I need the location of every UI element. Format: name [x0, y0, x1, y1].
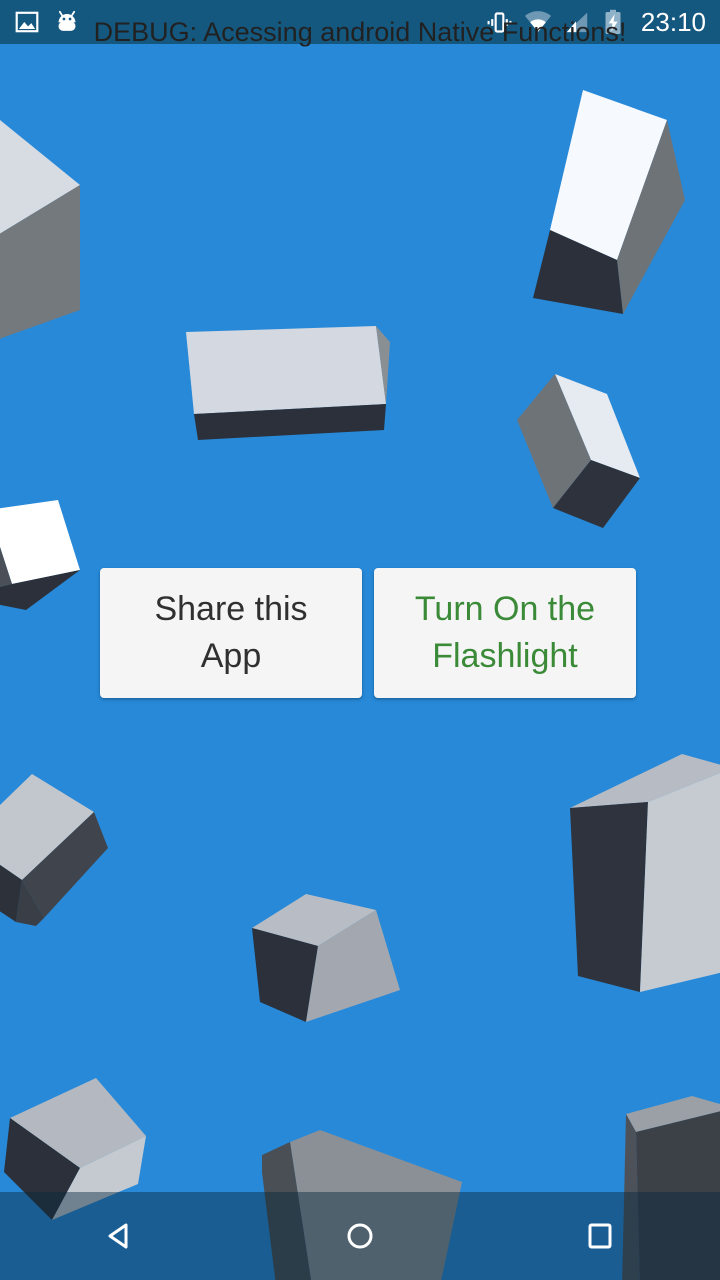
android-debug-icon — [58, 10, 76, 31]
status-bar[interactable]: 23:10 — [0, 0, 720, 44]
cube-mid-center — [186, 326, 390, 440]
status-bar-notification-icons — [14, 9, 80, 35]
cube-left-small — [0, 500, 80, 610]
vibrate-icon — [487, 11, 512, 33]
cube-low-right-big — [570, 754, 720, 992]
turn-on-flashlight-button[interactable]: Turn On the Flashlight — [374, 568, 636, 698]
cube-mid-right — [517, 374, 640, 528]
recents-square-icon — [588, 1223, 612, 1249]
home-circle-icon — [347, 1223, 373, 1249]
back-triangle-icon — [108, 1223, 128, 1249]
nav-home-button[interactable] — [240, 1192, 480, 1280]
image-icon — [15, 11, 39, 33]
wifi-icon — [524, 11, 551, 32]
cube-low-center — [252, 894, 400, 1022]
battery-charging-icon — [605, 9, 621, 34]
cellular-signal-icon — [566, 12, 588, 32]
status-bar-clock: 23:10 — [640, 7, 706, 37]
status-bar-system-icons: 23:10 — [486, 8, 706, 36]
share-button-label: Share this App — [154, 590, 308, 675]
cube-top-right — [533, 90, 685, 314]
android-app-screen: Share this App Turn On the Flashlight 23… — [0, 0, 720, 1280]
cube-low-left — [0, 774, 108, 926]
flashlight-button-label: Turn On the Flashlight — [414, 590, 596, 675]
action-button-row: Share this App Turn On the Flashlight — [100, 568, 636, 698]
nav-back-button[interactable] — [0, 1192, 240, 1280]
android-navigation-bar — [0, 1192, 720, 1280]
cube-top-left — [0, 120, 80, 339]
nav-recents-button[interactable] — [480, 1192, 720, 1280]
share-this-app-button[interactable]: Share this App — [100, 568, 362, 698]
